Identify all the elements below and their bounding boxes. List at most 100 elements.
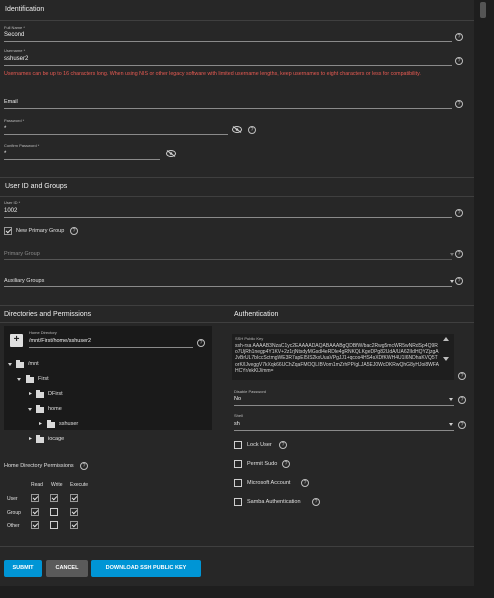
password-underline	[4, 134, 228, 135]
primary-group-help-icon[interactable]: ?	[455, 250, 463, 258]
user-write-checkbox[interactable]	[50, 494, 58, 502]
chevron-down-icon	[449, 398, 453, 401]
eye-off-icon[interactable]	[232, 126, 242, 133]
confirm-password-input[interactable]: *	[4, 151, 6, 157]
divider	[0, 546, 474, 547]
folder-icon	[36, 405, 44, 413]
folder-icon	[26, 375, 34, 383]
home-directory-input[interactable]: /mnt/First/home/sshuser2	[29, 338, 91, 344]
microsoft-account-help-icon[interactable]: ?	[301, 479, 309, 487]
lock-user-checkbox[interactable]	[234, 441, 242, 449]
folder-icon	[16, 360, 24, 368]
tree-item-sshuser[interactable]: sshuser	[59, 421, 78, 427]
user-form-panel: Identification Full Name * Second ? User…	[0, 0, 474, 586]
chevron-down-icon[interactable]	[28, 408, 32, 411]
username-warning: Usernames can be up to 16 characters lon…	[4, 71, 421, 77]
divider	[0, 20, 474, 21]
samba-auth-checkbox[interactable]	[234, 498, 242, 506]
permit-sudo-checkbox[interactable]	[234, 460, 242, 468]
column-execute: Execute	[70, 482, 89, 488]
full-name-input[interactable]: Second	[4, 32, 24, 38]
chevron-down-icon[interactable]	[17, 378, 21, 381]
samba-auth-help-icon[interactable]: ?	[312, 498, 320, 506]
divider	[0, 322, 474, 323]
add-folder-button[interactable]: +	[10, 334, 23, 347]
group-write-checkbox[interactable]	[50, 508, 58, 516]
other-read-checkbox[interactable]	[31, 521, 39, 529]
primary-group-select[interactable]: Primary Group	[4, 251, 40, 257]
permit-sudo-help-icon[interactable]: ?	[282, 460, 290, 468]
chevron-down-icon	[449, 423, 453, 426]
email-input[interactable]: Email	[4, 99, 18, 105]
auxiliary-groups-help-icon[interactable]: ?	[455, 277, 463, 285]
new-primary-group-help-icon[interactable]: ?	[70, 227, 78, 235]
user-execute-checkbox[interactable]	[70, 494, 78, 502]
username-input[interactable]: sshuser2	[4, 56, 28, 62]
chevron-down-icon	[450, 280, 454, 283]
email-help-icon[interactable]: ?	[455, 100, 463, 108]
folder-icon	[36, 390, 44, 398]
microsoft-account-checkbox[interactable]	[234, 479, 242, 487]
ssh-key-label: SSH Public Key	[235, 336, 264, 341]
scrollbar-thumb[interactable]	[480, 2, 486, 18]
permit-sudo-label: Permit Sudo	[247, 461, 278, 467]
ssh-key-textarea[interactable]: SSH Public Key ssh-rsa AAAAB3NzaC1yc2EAA…	[232, 334, 454, 380]
column-read: Read	[31, 482, 43, 488]
user-read-checkbox[interactable]	[31, 494, 39, 502]
tree-item-first[interactable]: First	[38, 376, 49, 382]
row-other: Other	[7, 523, 20, 529]
chevron-down-icon[interactable]	[8, 363, 12, 366]
primary-group-underline	[4, 259, 452, 260]
tree-item-home[interactable]: home	[48, 406, 62, 412]
scroll-up-icon[interactable]	[443, 337, 449, 341]
directories-title: Directories and Permissions	[4, 311, 92, 318]
user-id-underline	[4, 217, 452, 218]
eye-off-icon[interactable]	[166, 150, 176, 157]
group-read-checkbox[interactable]	[31, 508, 39, 516]
submit-button[interactable]: SUBMIT	[4, 560, 42, 577]
chevron-down-icon	[450, 253, 454, 256]
disable-password-select[interactable]: No	[234, 396, 241, 402]
user-id-input[interactable]: 1002	[4, 208, 17, 214]
chevron-right-icon[interactable]: ▸	[39, 420, 42, 427]
user-id-help-icon[interactable]: ?	[455, 209, 463, 217]
divider	[0, 305, 474, 306]
chevron-right-icon[interactable]: ▸	[29, 390, 32, 397]
full-name-underline	[4, 41, 452, 42]
tree-item-dfirst[interactable]: DFirst	[48, 391, 63, 397]
other-write-checkbox[interactable]	[50, 521, 58, 529]
download-ssh-key-button[interactable]: DOWNLOAD SSH PUBLIC KEY	[91, 560, 201, 577]
home-directory-underline	[29, 347, 193, 348]
home-directory-label: Home Directory	[29, 330, 57, 335]
ssh-key-help-icon[interactable]: ?	[458, 372, 466, 380]
password-help-icon[interactable]: ?	[248, 126, 256, 134]
row-group: Group	[7, 510, 21, 516]
identification-title: Identification	[5, 6, 45, 13]
new-primary-group-checkbox[interactable]	[4, 227, 12, 235]
disable-password-help-icon[interactable]: ?	[458, 396, 466, 404]
group-execute-checkbox[interactable]	[70, 508, 78, 516]
scroll-down-icon[interactable]	[443, 357, 449, 361]
cancel-button[interactable]: CANCEL	[46, 560, 88, 577]
lock-user-help-icon[interactable]: ?	[279, 441, 287, 449]
auxiliary-groups-select[interactable]: Auxiliary Groups	[4, 278, 44, 284]
full-name-help-icon[interactable]: ?	[455, 33, 463, 41]
disable-password-label: Disable Password	[234, 389, 267, 394]
shell-help-icon[interactable]: ?	[458, 421, 466, 429]
scrollbar[interactable]	[474, 0, 494, 598]
chevron-right-icon[interactable]: ▸	[29, 435, 32, 442]
tree-item-iocage[interactable]: iocage	[48, 436, 64, 442]
tree-item-mnt[interactable]: /mnt	[28, 361, 39, 367]
disable-password-underline	[234, 405, 454, 406]
password-input[interactable]: *	[4, 126, 6, 132]
divider	[0, 196, 474, 197]
lock-user-label: Lock User	[247, 442, 272, 448]
full-name-label: Full Name *	[4, 25, 25, 30]
other-execute-checkbox[interactable]	[70, 521, 78, 529]
confirm-password-label: Confirm Password *	[4, 143, 40, 148]
username-help-icon[interactable]: ?	[455, 57, 463, 65]
permissions-help-icon[interactable]: ?	[80, 462, 88, 470]
shell-select[interactable]: sh	[234, 421, 240, 427]
folder-icon	[36, 435, 44, 443]
home-directory-help-icon[interactable]: ?	[197, 339, 205, 347]
